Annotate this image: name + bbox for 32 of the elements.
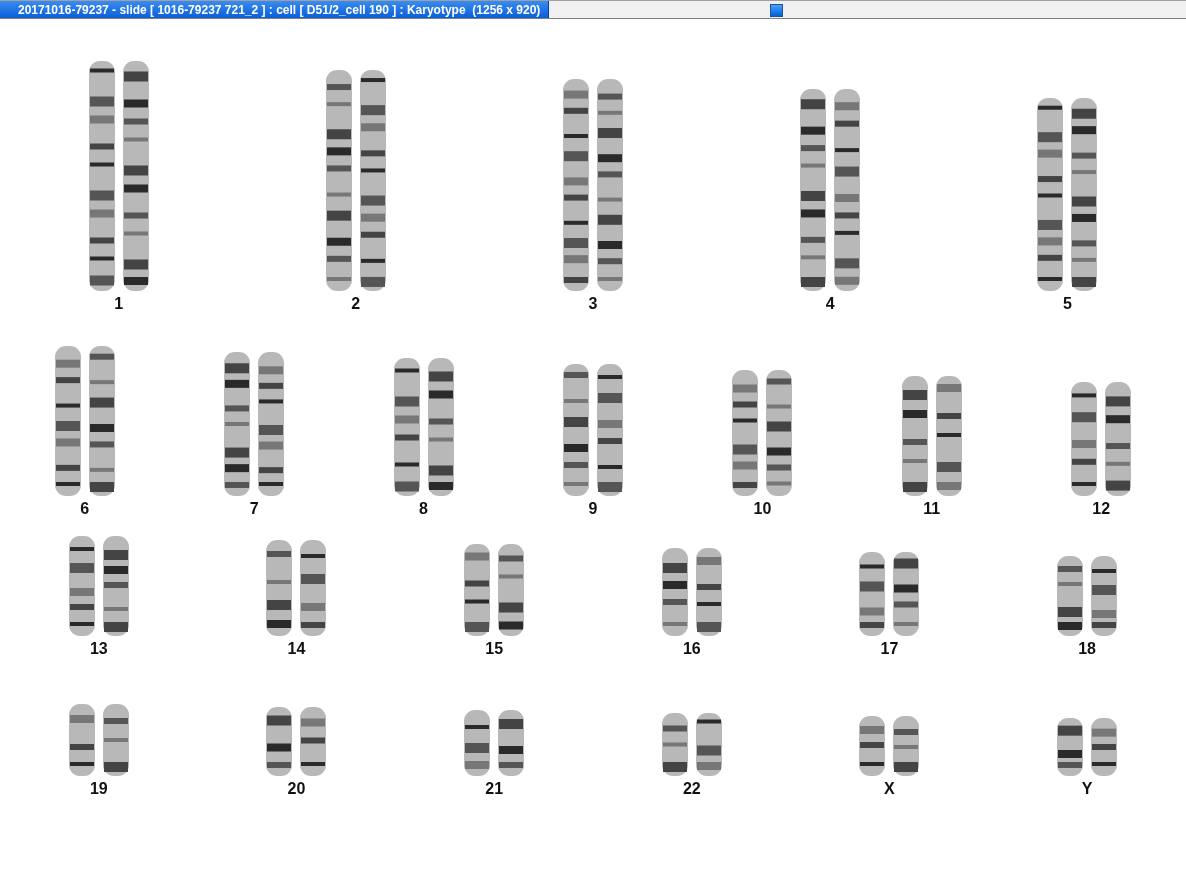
chromosome-number: X <box>884 780 895 798</box>
chromosome-number: 1 <box>114 295 124 313</box>
chromosome-pair-drawing <box>462 710 527 776</box>
chromosome-number: 6 <box>80 500 90 518</box>
chromosome-number: 10 <box>753 500 772 518</box>
chromosome-number: 8 <box>419 500 428 518</box>
chromosome-number: 18 <box>1078 640 1096 658</box>
chromosome-number: 12 <box>1092 500 1111 518</box>
chromosome-number: 2 <box>351 295 361 313</box>
chromosome-number: 21 <box>485 780 504 798</box>
chromosome-pair-drawing <box>659 713 724 776</box>
chromosome-number: 13 <box>89 640 108 658</box>
chromosome-number: 20 <box>287 780 306 798</box>
chromosome-number: 22 <box>682 780 701 798</box>
chromosome-pair-drawing <box>1055 718 1120 776</box>
chromosome-number: 14 <box>287 640 306 658</box>
chromosome-number: 3 <box>588 295 598 313</box>
chromosome-number: 16 <box>682 640 701 658</box>
chromosome-number: 9 <box>588 500 598 518</box>
chromosome-number: Y <box>1081 780 1093 798</box>
chromosome-number: 19 <box>89 780 108 798</box>
window-title: 20171016-79237 - slide [ 1016-79237 721_2 ] : cell [ D51/2_cell 190 ] : Karyotype (1256 x 920) <box>0 1 550 18</box>
chromosome-number: 15 <box>485 640 504 658</box>
chromosome-number: 17 <box>880 640 899 658</box>
chromosome-pair-drawing <box>66 704 131 776</box>
chromosome-number: 4 <box>825 295 835 313</box>
chromosome-number: 7 <box>249 500 259 518</box>
chromosome-number: 5 <box>1062 295 1072 313</box>
chromosome-pair-drawing <box>264 707 329 776</box>
chromosome-number: 11 <box>923 500 941 518</box>
chromosome-pair-drawing <box>857 716 922 776</box>
scroll-thumb[interactable] <box>770 4 783 17</box>
